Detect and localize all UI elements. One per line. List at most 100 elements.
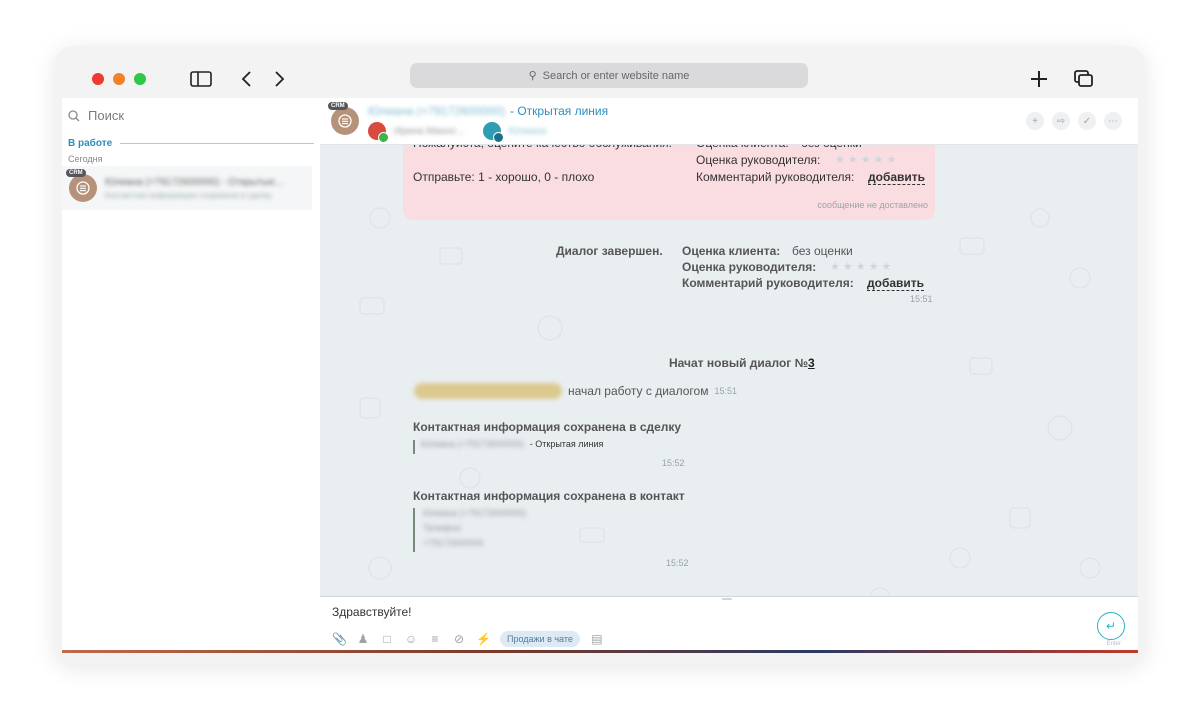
add-icon[interactable]: + [1026, 112, 1044, 130]
transfer-icon[interactable]: ⇨ [1052, 112, 1070, 130]
message-time: 15:51 [714, 386, 737, 396]
message-list: Пожалуйста, оцените качество обслуживани… [320, 134, 1138, 596]
lightning-icon[interactable]: ⚡ [476, 632, 491, 646]
maximize-window-button[interactable] [134, 73, 146, 85]
chat-participants: Ирина Маннс... Юлиана [368, 122, 547, 143]
message-composer: Здравствуйте! 📎 ♟ □ ☺ ≡ ⊘ ⚡ Продажи в ча… [320, 596, 1138, 650]
dialog-finished-label: Диалог завершен. [556, 244, 663, 258]
minimize-window-button[interactable] [113, 73, 125, 85]
address-placeholder: Search or enter website name [542, 69, 690, 82]
new-dialog-label: Начат новый диалог №3 [669, 356, 815, 370]
address-bar[interactable]: ⚲ Search or enter website name [410, 63, 808, 88]
deal-suffix: - Открытая линия [529, 439, 604, 449]
rating-request-instructions: Отправьте: 1 - хорошо, 0 - плохо [413, 170, 595, 184]
contact-phone: +79172600000 [423, 538, 484, 548]
delivery-status: сообщение не доставлено [817, 200, 928, 210]
chat-list-item[interactable]: CRM Юлиана (+79172600000) - Открытые... … [62, 166, 312, 210]
operator-pill[interactable] [414, 383, 562, 399]
browser-window: ⚲ Search or enter website name Поиск В р… [55, 46, 1145, 664]
manager-rating-label: Оценка руководителя: [696, 153, 821, 167]
chat-title-contact: Юлиана (+79172600000) [368, 104, 506, 118]
section-label: В работе [68, 138, 113, 149]
operator-name: Ирина Маннс... [394, 125, 465, 137]
online-indicator-icon [378, 132, 389, 143]
chat-sidebar: Поиск В работе Сегодня CRM Юлиана (+7917… [62, 98, 320, 650]
chat-item-title: Юлиана (+79172600000) - Открытые... [105, 176, 284, 188]
chat-lines-icon [338, 114, 352, 128]
add-comment-link-text: добавить [868, 170, 926, 185]
crm-avatar: CRM [328, 102, 359, 135]
quote-bar [413, 440, 415, 454]
smile-icon[interactable]: ☺ [404, 632, 418, 646]
form-icon[interactable]: □ [380, 632, 394, 646]
sales-chat-pill[interactable]: Продажи в чате [500, 631, 580, 647]
forward-arrow-icon[interactable] [272, 68, 288, 90]
started-work-text: начал работу с диалогом [568, 384, 709, 398]
composer-toolbar: 📎 ♟ □ ☺ ≡ ⊘ ⚡ Продажи в чате ▤ [332, 631, 604, 647]
send-hint: Enter [1106, 641, 1121, 647]
client-rating-label: Оценка клиента: [682, 244, 781, 258]
operator-avatar[interactable] [368, 122, 389, 143]
group-name: Юлиана [508, 125, 547, 137]
message-time: 15:51 [910, 294, 933, 304]
back-arrow-icon[interactable] [238, 68, 254, 90]
add-comment-link[interactable]: добавить [867, 276, 925, 291]
manager-rating-stars-icon[interactable]: ★★★★★ [835, 153, 899, 166]
contact-name: Юлиана (+79172600000) [423, 508, 526, 518]
resize-handle[interactable] [722, 598, 732, 600]
client-rating-value: без оценки [792, 244, 853, 258]
manager-rating-label: Оценка руководителя: [682, 260, 817, 274]
chat-lines-icon [76, 181, 90, 195]
deal-saved-title: Контактная информация сохранена в сделку [413, 420, 682, 434]
chat-title-suffix: - Открытая линия [510, 104, 609, 118]
search-icon: ⚲ [528, 70, 537, 82]
new-tab-icon[interactable] [1028, 68, 1050, 90]
message-time: 15:52 [662, 458, 685, 468]
rating-request-message: Пожалуйста, оцените качество обслуживани… [403, 134, 935, 220]
send-button[interactable]: ↵ [1097, 612, 1125, 640]
hide-icon[interactable]: ⊘ [452, 632, 466, 646]
group-avatar[interactable] [482, 122, 504, 143]
crm-badge: CRM [66, 169, 86, 177]
browser-toolbar: ⚲ Search or enter website name [62, 50, 1138, 104]
contact-phone-label: Телефон: [423, 523, 463, 533]
new-dialog-text: Начат новый диалог № [669, 356, 808, 370]
manager-rating-stars-icon[interactable]: ★★★★★ [830, 260, 894, 273]
close-window-button[interactable] [92, 73, 104, 85]
send-icon: ↵ [1105, 619, 1117, 633]
add-comment-link-text: добавить [867, 276, 925, 291]
chat-window-icon[interactable]: ▤ [590, 632, 604, 646]
manager-comment-label: Комментарий руководителя: [682, 276, 854, 290]
dialog-number-link[interactable]: 3 [808, 356, 815, 370]
deal-contact-name: Юлиана (+79172600000) [421, 439, 524, 449]
started-work-message: начал работу с диалогом 15:51 [414, 383, 737, 399]
chat-header-actions: + ⇨ ✓ ⋯ [1026, 112, 1122, 130]
deal-link[interactable]: Юлиана (+79172600000) - Открытая линия [421, 439, 603, 449]
section-in-progress: В работе [68, 138, 314, 149]
template-icon[interactable]: ≡ [428, 632, 442, 646]
sidebar-toggle-icon[interactable] [188, 68, 214, 90]
search-icon [68, 109, 80, 121]
sidebar-search[interactable]: Поиск [68, 108, 124, 123]
chat-header: CRM Юлиана (+79172600000) - Открытая лин… [320, 98, 1138, 145]
user-icon[interactable]: ♟ [356, 632, 370, 646]
chat-panel: CRM Юлиана (+79172600000) - Открытая лин… [320, 98, 1138, 650]
finish-icon[interactable]: ✓ [1078, 112, 1096, 130]
manager-comment-label: Комментарий руководителя: [696, 170, 855, 184]
section-divider [120, 143, 314, 144]
add-comment-link[interactable]: добавить [868, 170, 926, 185]
subsection-today: Сегодня [68, 154, 103, 164]
chat-item-preview: Контактная информация сохранена в сделку [105, 190, 273, 200]
search-input[interactable]: Поиск [88, 108, 124, 123]
group-indicator-icon [492, 132, 504, 143]
attach-icon[interactable]: 📎 [332, 632, 347, 646]
tabs-overview-icon[interactable] [1072, 68, 1096, 90]
crm-avatar: CRM [66, 169, 97, 202]
contact-saved-title: Контактная информация сохранена в контак… [413, 489, 685, 503]
message-time: 15:52 [666, 558, 689, 568]
window-controls [92, 73, 146, 85]
chat-title[interactable]: Юлиана (+79172600000) - Открытая линия [368, 104, 608, 118]
more-icon[interactable]: ⋯ [1104, 112, 1122, 130]
message-input[interactable]: Здравствуйте! [332, 605, 412, 619]
dock-strip [62, 650, 1138, 653]
